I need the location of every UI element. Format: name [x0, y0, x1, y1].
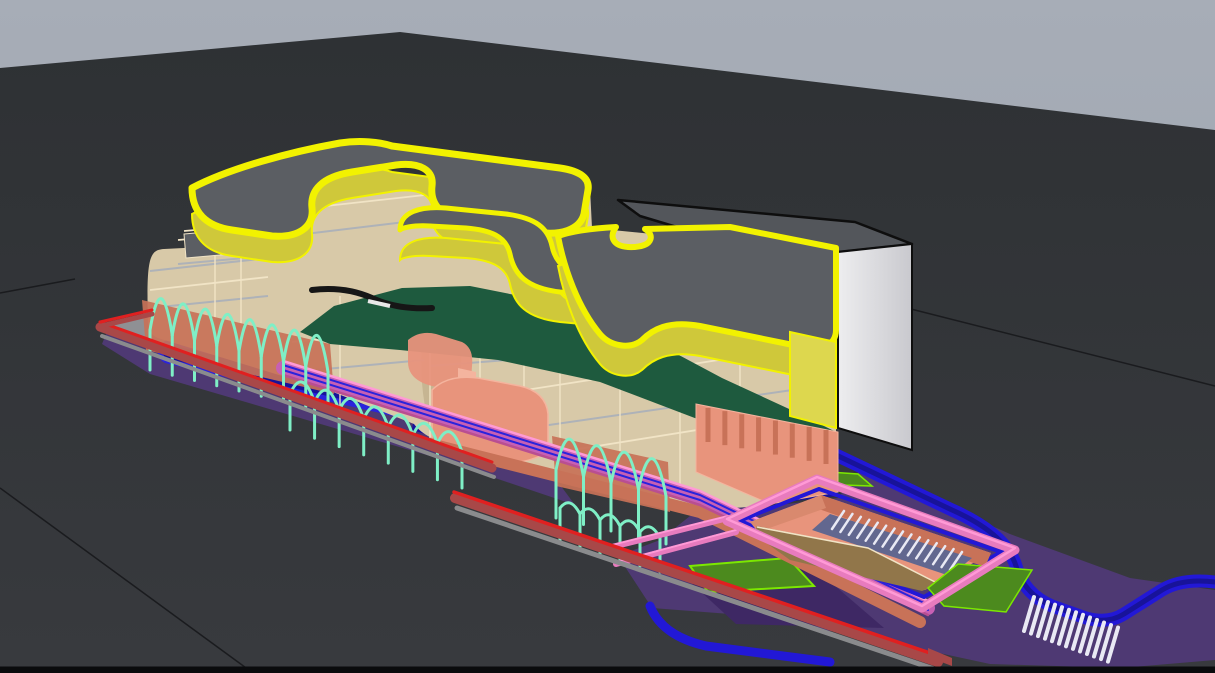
scene-canvas — [0, 0, 1215, 673]
yellow-wall-right-tall — [790, 332, 836, 428]
model-viewport[interactable] — [0, 0, 1215, 673]
white-box-face — [838, 244, 912, 450]
bottom-edge-bar — [0, 667, 1215, 673]
